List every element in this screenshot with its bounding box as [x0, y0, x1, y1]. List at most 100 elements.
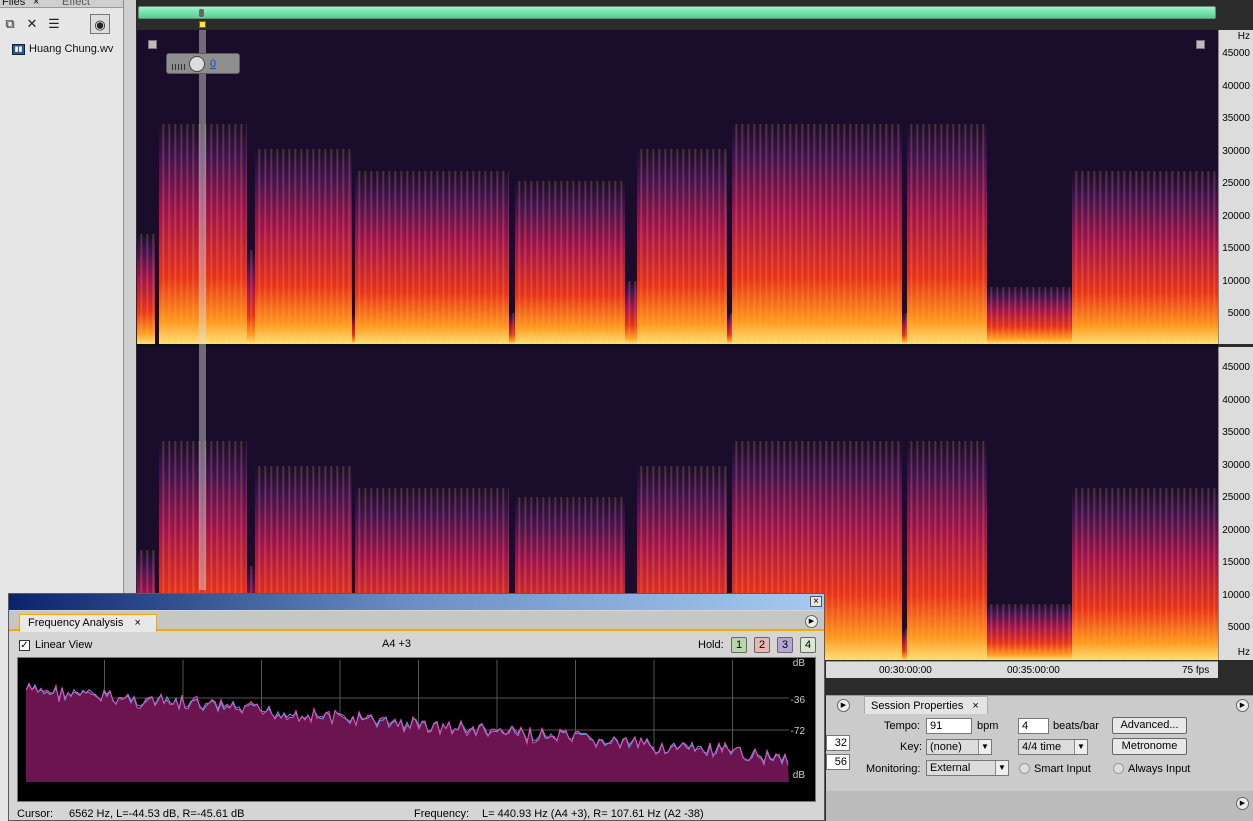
hold-button-3[interactable]: 3: [777, 637, 793, 653]
y-unit-top: dB: [792, 658, 805, 669]
time-signature-value: 4/4 time: [1022, 741, 1062, 753]
tab-frequency-analysis[interactable]: Frequency Analysis ×: [19, 614, 157, 632]
current-time-marker-icon[interactable]: [199, 21, 206, 28]
overview-playhead[interactable]: [199, 9, 204, 17]
monitoring-select[interactable]: External ▼: [926, 760, 1009, 776]
smart-input-label: Smart Input: [1034, 763, 1091, 775]
file-name: Huang Chung.wv: [29, 43, 114, 55]
tab-effects[interactable]: Effect: [62, 0, 90, 8]
metronome-button[interactable]: Metronome: [1112, 738, 1187, 755]
always-input-label: Always Input: [1128, 763, 1191, 775]
x-tick: 20000: [329, 790, 357, 801]
tab-files-close-icon[interactable]: ×: [33, 0, 39, 8]
fps-label: 75 fps: [1182, 665, 1210, 676]
zoom-corner-icon[interactable]: [1196, 40, 1205, 49]
chevron-down-icon[interactable]: ▼: [978, 740, 991, 754]
frequency-graph[interactable]: dB -36 -72 dB: [17, 657, 816, 802]
bottom-panel-strip: ▶: [826, 791, 1253, 821]
files-tab-row: Files × Effect: [0, 0, 123, 8]
hz-tick: 25000: [1222, 178, 1250, 189]
time-label: 00:35:00:00: [1007, 665, 1060, 676]
frequency-value: L= 440.93 Hz (A4 +3), R= 107.61 Hz (A2 -…: [482, 808, 704, 820]
cursor-value: 6562 Hz, L=-44.53 dB, R=-45.61 dB: [69, 808, 245, 820]
beats-input[interactable]: 4: [1018, 718, 1049, 734]
key-value: (none): [930, 741, 962, 753]
tempo-input[interactable]: 91: [926, 718, 972, 734]
window-title-bar[interactable]: ×: [9, 594, 824, 610]
x-tick: 10000: [172, 790, 200, 801]
zoom-overview-bar[interactable]: [138, 6, 1216, 19]
hz-tick: 20000: [1222, 210, 1250, 222]
hz-ruler-bottom: 45000 40000 35000 30000 25000 20000 15000 10000…: [1218, 347, 1253, 660]
hold-button-4[interactable]: 4: [800, 637, 816, 653]
close-icon[interactable]: ×: [972, 700, 978, 712]
frequency-label: Frequency:: [414, 808, 470, 820]
tab-files[interactable]: Files: [2, 0, 25, 8]
linear-view-checkbox[interactable]: ✓: [19, 640, 30, 651]
beats-unit: beats/bar: [1053, 720, 1099, 732]
hz-tick: 35000: [1222, 427, 1250, 438]
open-file-icon[interactable]: ⧉: [0, 14, 20, 34]
close-window-icon[interactable]: ×: [810, 596, 822, 607]
key-label: Key:: [900, 741, 923, 753]
hz-tick: 30000: [1222, 145, 1250, 157]
spectrogram-left-channel[interactable]: [137, 30, 1218, 344]
tab-session-properties[interactable]: Session Properties ×: [864, 696, 988, 714]
hz-unit: Hz: [1237, 647, 1250, 658]
panel-menu-icon[interactable]: ▶: [805, 615, 818, 628]
zoom-corner-icon[interactable]: [148, 40, 157, 49]
chevron-down-icon[interactable]: ▼: [1074, 740, 1087, 754]
side-value[interactable]: 56: [826, 754, 850, 770]
panel-menu-icon[interactable]: ▶: [837, 699, 850, 712]
x-tick: 5000: [93, 790, 116, 801]
playhead[interactable]: [199, 30, 206, 590]
hz-tick: 5000: [1227, 308, 1250, 319]
hz-unit: Hz: [1237, 31, 1250, 42]
audio-file-icon: ▮▮: [12, 43, 25, 55]
hold-button-1[interactable]: 1: [731, 637, 747, 653]
hold-button-2[interactable]: 2: [754, 637, 770, 653]
x-tick: Hz: [27, 790, 40, 801]
volume-value[interactable]: 0: [210, 58, 216, 70]
hz-tick: 30000: [1222, 459, 1250, 471]
hz-tick: 15000: [1222, 557, 1250, 568]
chevron-down-icon[interactable]: ▼: [995, 761, 1008, 775]
cursor-label: Cursor:: [17, 808, 54, 820]
y-unit-bottom: dB: [792, 770, 805, 781]
x-tick: 25000: [407, 790, 436, 801]
frequency-analysis-window: × Frequency Analysis × ▶ ✓ Linear View A…: [8, 593, 825, 821]
insert-into-multitrack-icon[interactable]: ☰: [44, 14, 64, 34]
side-value[interactable]: 32: [826, 735, 850, 751]
x-tick: 40000: [643, 790, 671, 801]
time-label: 00:30:00:00: [879, 665, 932, 676]
close-file-icon[interactable]: ✕: [22, 14, 42, 34]
hz-tick: 45000: [1222, 48, 1250, 59]
time-signature-select[interactable]: 4/4 time ▼: [1018, 739, 1088, 755]
volume-hud[interactable]: 0: [166, 53, 240, 74]
tempo-label: Tempo:: [884, 720, 921, 732]
hz-ruler-top: Hz 45000 40000 35000 30000 25000 20000 15000 10…: [1218, 30, 1253, 344]
panel-menu-icon[interactable]: ▶: [1236, 699, 1249, 712]
file-list-item[interactable]: ▮▮ Huang Chung.wv: [12, 43, 113, 55]
panel-menu-icon[interactable]: ▶: [1236, 797, 1249, 810]
time-ruler[interactable]: 00:30:00:00 00:35:00:00 75 fps: [826, 661, 1218, 678]
volume-knob-icon[interactable]: [189, 56, 205, 72]
close-tab-icon[interactable]: ×: [134, 617, 140, 629]
smart-input-radio[interactable]: [1019, 763, 1030, 774]
hz-tick: 25000: [1222, 492, 1250, 503]
note-display: A4 +3: [382, 638, 412, 650]
session-properties-title: Session Properties: [871, 700, 964, 712]
show-options-icon[interactable]: ◉: [90, 14, 110, 34]
hz-tick: 45000: [1222, 362, 1250, 373]
frequency-analysis-tab-row: Frequency Analysis × ▶: [9, 611, 824, 632]
hz-tick: 10000: [1222, 275, 1250, 287]
always-input-radio[interactable]: [1113, 763, 1124, 774]
hz-tick: 40000: [1222, 394, 1250, 406]
hz-tick: 15000: [1222, 243, 1250, 254]
y-tick: -36: [790, 695, 805, 706]
key-select[interactable]: (none) ▼: [926, 739, 992, 755]
x-tick: 30000: [486, 790, 514, 801]
monitoring-value: External: [930, 762, 971, 774]
frequency-x-axis: Hz 5000 10000 15000 20000 25000 30000 35000 4000…: [17, 790, 807, 804]
advanced-button[interactable]: Advanced...: [1112, 717, 1187, 734]
